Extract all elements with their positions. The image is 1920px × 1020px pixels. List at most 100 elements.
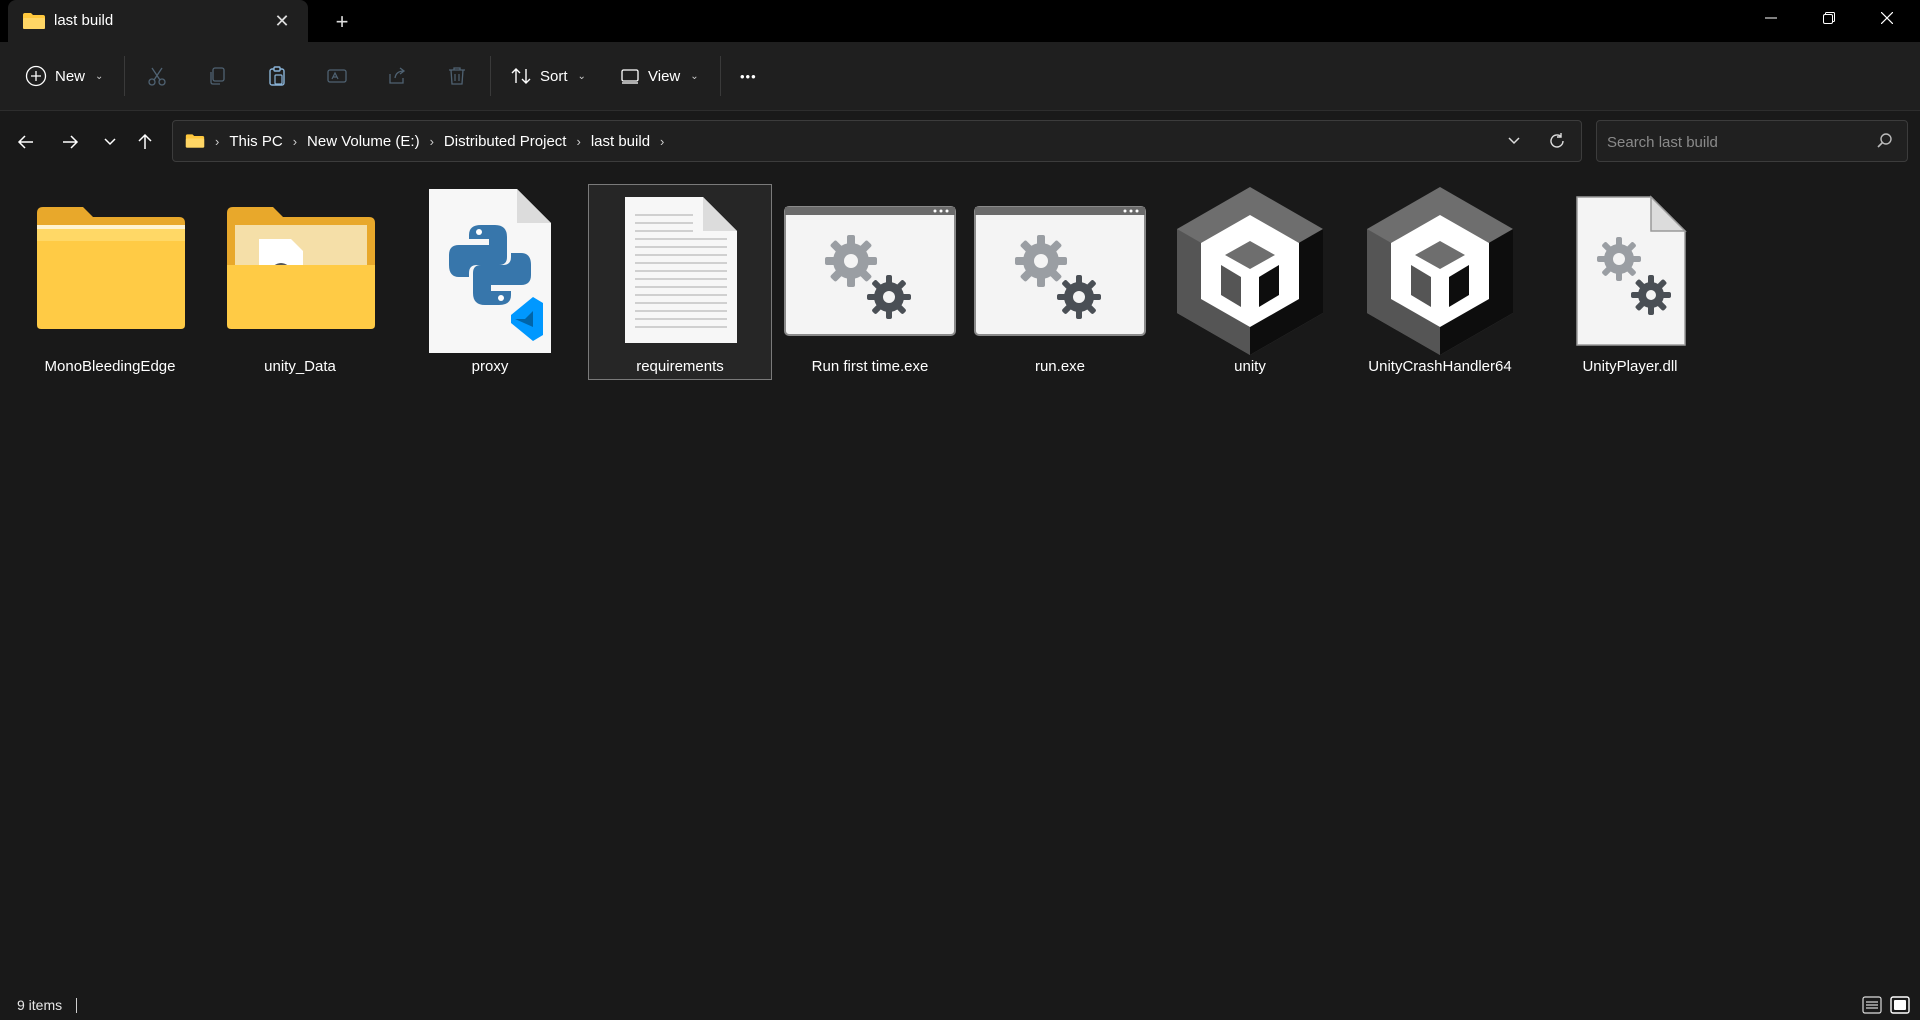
breadcrumb-distributed-project[interactable]: Distributed Project [444,133,567,150]
breadcrumb-this-pc[interactable]: This PC [229,133,282,150]
divider [76,998,77,1013]
folder-icon [185,134,205,148]
share-icon [389,67,406,84]
rename-button[interactable] [326,58,348,94]
minimize-button[interactable] [1742,0,1800,36]
address-bar[interactable]: › This PC › New Volume (E:) › Distribute… [172,120,1582,162]
folder-icon [37,207,185,329]
close-icon [1880,11,1894,25]
file-name: requirements [636,358,724,375]
paste-button[interactable] [266,58,288,94]
breadcrumb-separator[interactable]: › [576,134,580,149]
close-tab-icon[interactable]: ✕ [270,9,294,33]
file-name: Run first time.exe [811,358,929,375]
divider [124,56,125,96]
title-bar: last build ✕ + [0,0,1920,42]
file-name: unity [1234,358,1266,375]
file-name: unity_Data [264,358,336,375]
breadcrumb-separator[interactable]: › [293,134,297,149]
tab-last-build[interactable]: last build ✕ [8,0,308,42]
address-history-button[interactable] [1501,129,1527,153]
more-options-button[interactable]: ••• [740,58,757,94]
search-box[interactable] [1596,120,1908,162]
folder-with-file-icon [227,207,375,329]
file-item-run-first-time-exe[interactable]: Run first time.exe [778,184,962,380]
rename-icon [327,69,347,83]
scissors-icon [148,67,166,86]
command-bar: New ⌄ Sort ⌄ View ⌄ ••• [0,42,1920,111]
unity-icon [1177,187,1323,355]
new-tab-button[interactable]: + [328,8,356,36]
search-input[interactable] [1605,127,1869,157]
file-item-unityplayer-dll[interactable]: UnityPlayer.dll [1538,184,1722,380]
arrow-up-icon [138,133,152,149]
view-icon [621,69,639,84]
back-button[interactable] [10,128,42,156]
copy-icon [210,67,225,85]
share-button[interactable] [386,58,408,94]
minimize-icon [1765,17,1777,19]
restore-icon [1823,12,1835,24]
arrow-left-icon [17,135,33,149]
file-item-unity[interactable]: unity [1158,184,1342,380]
file-name: proxy [471,358,509,375]
view-button[interactable]: View ⌄ [620,58,699,94]
copy-button[interactable] [206,58,228,94]
new-button[interactable]: New ⌄ [25,58,103,94]
arrow-right-icon [63,135,79,149]
dll-file-icon [1576,195,1687,346]
status-bar: 9 items [0,990,1920,1020]
file-item-requirements[interactable]: requirements [588,184,772,380]
file-name: MonoBleedingEdge [44,358,176,375]
large-icons-view-icon[interactable] [1890,996,1910,1014]
file-name: UnityCrashHandler64 [1368,358,1512,375]
view-label: View [648,67,681,85]
clipboard-icon [269,66,285,86]
forward-button[interactable] [54,128,86,156]
delete-button[interactable] [446,58,468,94]
file-item-proxy[interactable]: proxy [398,184,582,380]
close-window-button[interactable] [1858,0,1916,36]
breadcrumb-new-volume[interactable]: New Volume (E:) [307,133,420,150]
breadcrumb-separator[interactable]: › [660,134,664,149]
search-icon[interactable] [1875,131,1895,151]
exe-app-icon [974,206,1146,336]
breadcrumb-separator[interactable]: › [430,134,434,149]
plus-circle-icon [25,65,47,87]
unity-icon [1367,187,1513,355]
chevron-down-icon [104,138,116,146]
chevron-down-icon: ⌄ [690,70,699,82]
cut-button[interactable] [146,58,168,94]
chevron-down-icon [1508,137,1520,145]
breadcrumb-last-build[interactable]: last build [591,133,650,150]
trash-icon [449,67,465,85]
breadcrumb-separator[interactable]: › [215,134,219,149]
divider [490,56,491,96]
details-view-icon[interactable] [1862,996,1882,1014]
sort-icon [511,68,531,84]
sort-button[interactable]: Sort ⌄ [510,58,586,94]
chevron-down-icon: ⌄ [95,70,104,82]
folder-icon [23,13,45,29]
item-count: 9 items [17,997,63,1013]
file-item-run-exe[interactable]: run.exe [968,184,1152,380]
file-item-monobleedingedge[interactable]: MonoBleedingEdge [18,184,202,380]
restore-button[interactable] [1800,0,1858,36]
chevron-down-icon: ⌄ [577,70,586,82]
file-item-unity-data[interactable]: unity_Data [208,184,392,380]
tab-title: last build [54,12,114,29]
text-document-icon [625,197,737,343]
file-item-unitycrashhandler64[interactable]: UnityCrashHandler64 [1348,184,1532,380]
divider [720,56,721,96]
recent-locations-button[interactable] [94,128,126,156]
file-name: UnityPlayer.dll [1582,358,1678,375]
up-button[interactable] [129,128,161,156]
new-label: New [55,67,86,85]
more-icon: ••• [740,68,757,84]
breadcrumb: › This PC › New Volume (E:) › Distribute… [185,121,664,161]
file-name: run.exe [1034,358,1086,375]
sort-label: Sort [540,67,568,85]
refresh-icon [1550,133,1564,148]
python-file-icon [429,189,551,353]
refresh-button[interactable] [1543,128,1571,154]
